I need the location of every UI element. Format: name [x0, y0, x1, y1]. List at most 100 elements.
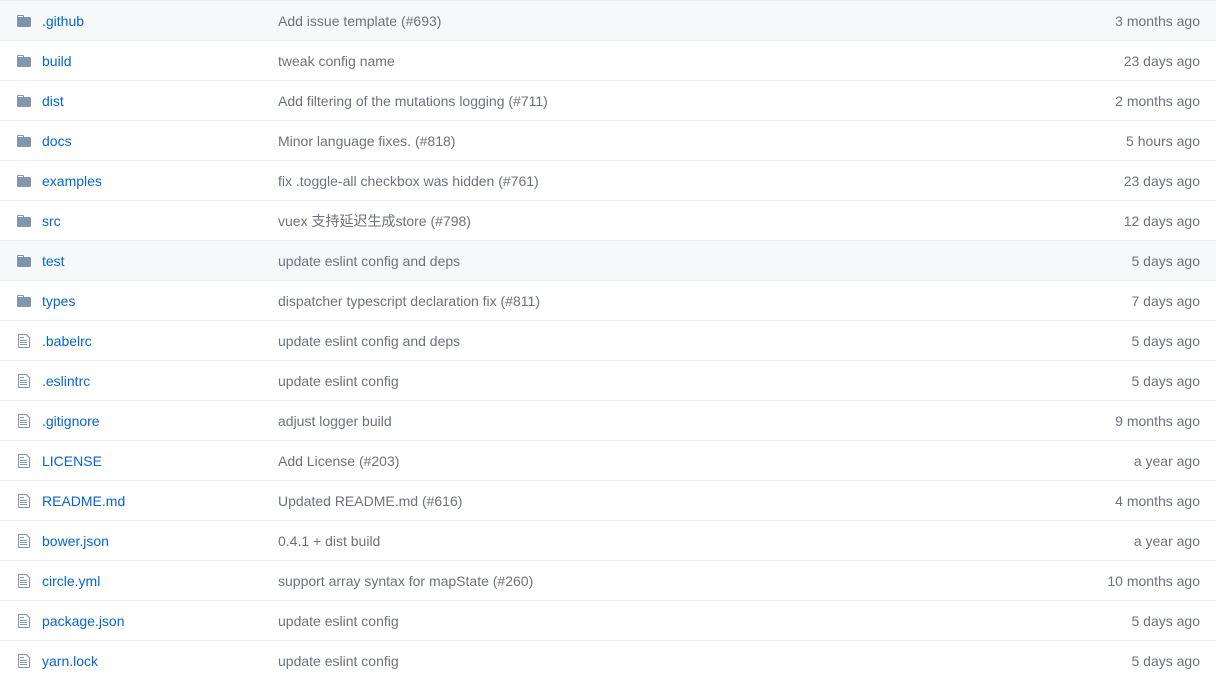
file-row[interactable]: docs Minor language fixes. (#818)5 hours … — [0, 120, 1216, 160]
file-name-cell: dist — [16, 93, 278, 109]
time-ago: 5 days ago — [1132, 333, 1201, 349]
file-name-link[interactable]: package.json — [42, 613, 125, 629]
folder-icon — [16, 253, 32, 269]
file-icon — [16, 573, 32, 589]
file-icon — [16, 453, 32, 469]
commit-message-link[interactable]: tweak config name — [278, 53, 1124, 69]
file-name-cell: .babelrc — [16, 333, 278, 349]
commit-message-link[interactable]: update eslint config and deps — [278, 333, 1132, 349]
commit-message-link[interactable]: vuex 支持延迟生成store (#798) — [278, 211, 1124, 231]
file-name-link[interactable]: yarn.lock — [42, 653, 98, 669]
file-name-cell: yarn.lock — [16, 653, 278, 669]
file-name-cell: test — [16, 253, 278, 269]
file-row[interactable]: yarn.lock update eslint config5 days ago — [0, 640, 1216, 680]
file-name-cell: examples — [16, 173, 278, 189]
file-icon — [16, 333, 32, 349]
file-name-cell: src — [16, 213, 278, 229]
file-name-link[interactable]: README.md — [42, 493, 125, 509]
file-row[interactable]: README.md Updated README.md (#616)4 month… — [0, 480, 1216, 520]
time-ago: 5 days ago — [1132, 653, 1201, 669]
commit-message-link[interactable]: 0.4.1 + dist build — [278, 533, 1134, 549]
time-ago: 23 days ago — [1124, 53, 1200, 69]
time-ago: 7 days ago — [1132, 293, 1201, 309]
file-name-cell: bower.json — [16, 533, 278, 549]
file-list: .github Add issue template (#693)3 months… — [0, 0, 1216, 680]
time-ago: a year ago — [1134, 533, 1200, 549]
file-name-link[interactable]: docs — [42, 133, 72, 149]
time-ago: 12 days ago — [1124, 213, 1200, 229]
file-name-link[interactable]: build — [42, 53, 72, 69]
file-row[interactable]: .babelrc update eslint config and deps5 d… — [0, 320, 1216, 360]
file-name-link[interactable]: test — [42, 253, 65, 269]
file-name-link[interactable]: .eslintrc — [42, 373, 90, 389]
folder-icon — [16, 173, 32, 189]
file-name-link[interactable]: bower.json — [42, 533, 109, 549]
commit-message-link[interactable]: Add License (#203) — [278, 453, 1134, 469]
file-row[interactable]: bower.json 0.4.1 + dist builda year ago — [0, 520, 1216, 560]
file-name-link[interactable]: .gitignore — [42, 413, 100, 429]
file-row[interactable]: examples fix .toggle-all checkbox was hid… — [0, 160, 1216, 200]
file-name-cell: docs — [16, 133, 278, 149]
file-name-link[interactable]: .github — [42, 13, 84, 29]
file-row[interactable]: dist Add filtering of the mutations loggi… — [0, 80, 1216, 120]
file-icon — [16, 533, 32, 549]
time-ago: 3 months ago — [1115, 13, 1200, 29]
file-name-cell: types — [16, 293, 278, 309]
time-ago: a year ago — [1134, 453, 1200, 469]
file-name-link[interactable]: .babelrc — [42, 333, 92, 349]
file-row[interactable]: types dispatcher typescript declaration f… — [0, 280, 1216, 320]
file-name-link[interactable]: circle.yml — [42, 573, 100, 589]
commit-message-link[interactable]: dispatcher typescript declaration fix (#… — [278, 293, 1132, 309]
commit-message-link[interactable]: support array syntax for mapState (#260) — [278, 573, 1107, 589]
time-ago: 5 days ago — [1132, 613, 1201, 629]
file-icon — [16, 613, 32, 629]
folder-icon — [16, 133, 32, 149]
file-name-cell: .eslintrc — [16, 373, 278, 389]
file-row[interactable]: .gitignore adjust logger build9 months ag… — [0, 400, 1216, 440]
commit-message-link[interactable]: adjust logger build — [278, 413, 1115, 429]
folder-icon — [16, 93, 32, 109]
file-row[interactable]: build tweak config name23 days ago — [0, 40, 1216, 80]
commit-message-link[interactable]: update eslint config — [278, 613, 1132, 629]
file-name-link[interactable]: LICENSE — [42, 453, 102, 469]
file-row[interactable]: test update eslint config and deps5 days … — [0, 240, 1216, 280]
commit-message-link[interactable]: Add issue template (#693) — [278, 13, 1115, 29]
file-name-cell: package.json — [16, 613, 278, 629]
time-ago: 23 days ago — [1124, 173, 1200, 189]
time-ago: 2 months ago — [1115, 93, 1200, 109]
file-name-cell: build — [16, 53, 278, 69]
file-icon — [16, 653, 32, 669]
time-ago: 5 days ago — [1132, 253, 1201, 269]
commit-message-link[interactable]: Updated README.md (#616) — [278, 493, 1115, 509]
commit-message-link[interactable]: update eslint config and deps — [278, 253, 1132, 269]
file-name-link[interactable]: src — [42, 213, 61, 229]
commit-message-link[interactable]: update eslint config — [278, 373, 1132, 389]
time-ago: 4 months ago — [1115, 493, 1200, 509]
file-name-cell: .gitignore — [16, 413, 278, 429]
file-name-link[interactable]: types — [42, 293, 75, 309]
time-ago: 9 months ago — [1115, 413, 1200, 429]
time-ago: 10 months ago — [1107, 573, 1200, 589]
folder-icon — [16, 13, 32, 29]
file-icon — [16, 373, 32, 389]
file-row[interactable]: circle.yml support array syntax for mapSt… — [0, 560, 1216, 600]
file-name-cell: .github — [16, 13, 278, 29]
file-icon — [16, 493, 32, 509]
file-row[interactable]: src vuex 支持延迟生成store (#798)12 days ago — [0, 200, 1216, 240]
file-name-link[interactable]: dist — [42, 93, 64, 109]
commit-message-link[interactable]: Minor language fixes. (#818) — [278, 133, 1126, 149]
commit-message-link[interactable]: fix .toggle-all checkbox was hidden (#76… — [278, 173, 1124, 189]
commit-message-link[interactable]: Add filtering of the mutations logging (… — [278, 93, 1115, 109]
file-name-cell: circle.yml — [16, 573, 278, 589]
file-name-cell: LICENSE — [16, 453, 278, 469]
folder-icon — [16, 53, 32, 69]
file-row[interactable]: .eslintrcupdate eslint config5 days ago — [0, 360, 1216, 400]
file-row[interactable]: .github Add issue template (#693)3 months… — [0, 0, 1216, 40]
time-ago: 5 hours ago — [1126, 133, 1200, 149]
file-row[interactable]: package.json update eslint config5 days a… — [0, 600, 1216, 640]
file-row[interactable]: LICENSE Add License (#203)a year ago — [0, 440, 1216, 480]
file-icon — [16, 413, 32, 429]
commit-message-link[interactable]: update eslint config — [278, 653, 1132, 669]
file-name-link[interactable]: examples — [42, 173, 102, 189]
folder-icon — [16, 213, 32, 229]
